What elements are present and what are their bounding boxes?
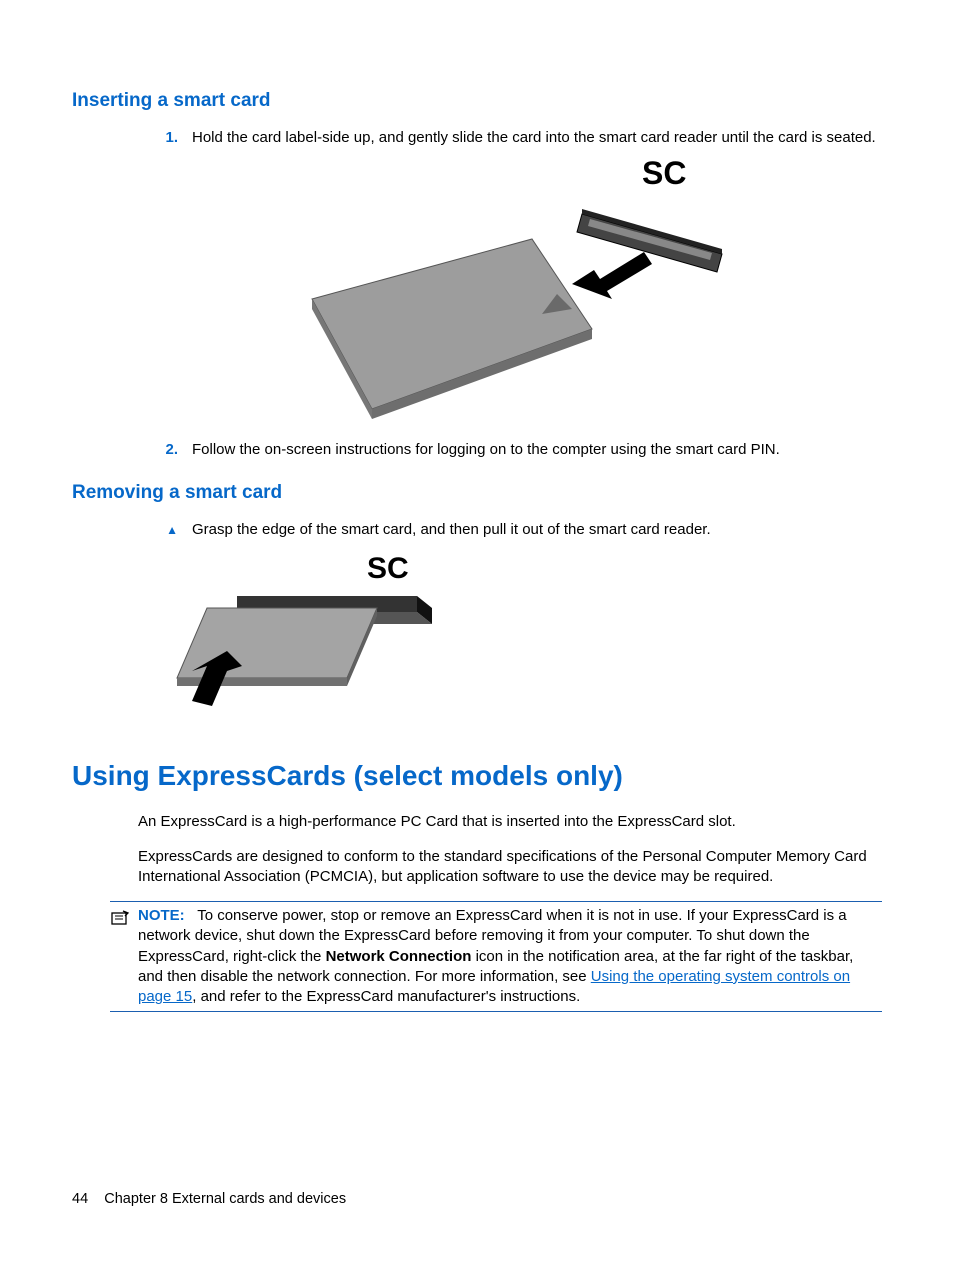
page-footer: 44 Chapter 8 External cards and devices (72, 1190, 346, 1210)
heading-inserting: Inserting a smart card (72, 88, 882, 114)
chapter-label: Chapter 8 External cards and devices (104, 1191, 346, 1207)
illustration-remove-card: SC (162, 546, 882, 732)
step-number: 2. (138, 440, 192, 460)
heading-expresscards: Using ExpressCards (select models only) (72, 757, 882, 795)
paragraph: An ExpressCard is a high-performance PC … (138, 812, 882, 832)
list-item: ▲ Grasp the edge of the smart card, and … (138, 520, 882, 540)
page-number: 44 (72, 1191, 88, 1207)
paragraph: ExpressCards are designed to conform to … (138, 847, 882, 888)
note-box: NOTE: To conserve power, stop or remove … (110, 901, 882, 1012)
note-label: NOTE: (138, 907, 185, 924)
note-text: NOTE: To conserve power, stop or remove … (134, 906, 882, 1007)
bullet-list-removing: ▲ Grasp the edge of the smart card, and … (138, 520, 882, 540)
illustration-insert-card: SC (72, 154, 882, 430)
ordered-list-inserting-2: 2. Follow the on-screen instructions for… (138, 440, 882, 460)
triangle-bullet-icon: ▲ (138, 520, 192, 540)
note-bold: Network Connection (326, 948, 472, 965)
list-item: 1. Hold the card label-side up, and gent… (138, 128, 882, 148)
heading-removing: Removing a smart card (72, 480, 882, 506)
document-page: Inserting a smart card 1. Hold the card … (0, 0, 954, 1270)
sc-label: SC (367, 552, 409, 585)
step-text: Follow the on-screen instructions for lo… (192, 440, 882, 460)
sc-label: SC (642, 155, 686, 191)
list-item: 2. Follow the on-screen instructions for… (138, 440, 882, 460)
note-icon (110, 906, 134, 1007)
bullet-text: Grasp the edge of the smart card, and th… (192, 520, 882, 540)
note-part3: , and refer to the ExpressCard manufactu… (192, 988, 580, 1005)
step-text: Hold the card label-side up, and gently … (192, 128, 882, 148)
ordered-list-inserting: 1. Hold the card label-side up, and gent… (138, 128, 882, 148)
step-number: 1. (138, 128, 192, 148)
